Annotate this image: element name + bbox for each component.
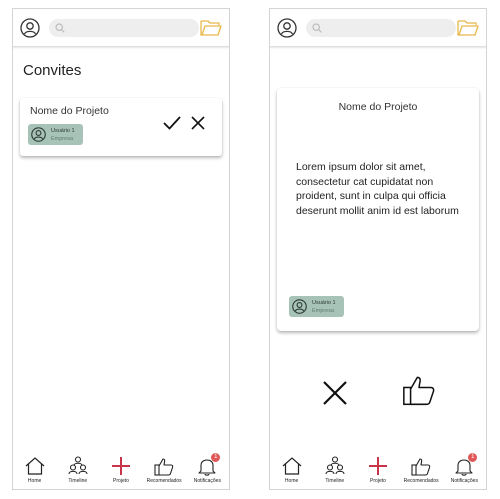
reject-button[interactable] (320, 378, 350, 408)
project-detail-card: Nome do Projeto Lorem ipsum dolor sit am… (277, 88, 479, 331)
folder-icon (457, 20, 479, 36)
nav-notificacoes-label: Notificações (193, 478, 221, 484)
top-bar-divider (13, 46, 229, 49)
nav-timeline-label: Timeline (325, 478, 345, 484)
bottom-nav: Home Timeline Projeto Recomendados 1 Not… (13, 451, 229, 489)
like-button[interactable] (401, 372, 437, 408)
nav-notificacoes[interactable]: 1 Notificações (444, 453, 484, 484)
detail-project-name: Nome do Projeto (338, 101, 418, 113)
invite-card[interactable]: Nome do Projeto Usuário 1 Empresa (20, 98, 222, 156)
search-bar[interactable] (49, 18, 199, 37)
invites-screen: Convites Nome do Projeto Usuário 1 Empre… (12, 8, 230, 490)
close-icon (191, 116, 205, 130)
timeline-icon (68, 456, 88, 475)
folder-button[interactable] (199, 17, 223, 39)
invite-project-name: Nome do Projeto (30, 105, 109, 117)
nav-recomendados-label: Recomendados (146, 478, 182, 484)
project-description: Lorem ipsum dolor sit amet, consectetur … (296, 161, 459, 217)
folder-icon (200, 20, 222, 36)
project-detail-screen: Nome do Projeto Lorem ipsum dolor sit am… (269, 8, 487, 490)
nav-projeto-label: Projeto (370, 478, 386, 484)
profile-button[interactable] (19, 17, 41, 39)
nav-home[interactable]: Home (15, 455, 55, 484)
timeline-icon (325, 456, 345, 475)
user-chip[interactable]: Usuário 1 Empresa (28, 124, 83, 145)
thumbs-up-icon (403, 376, 435, 406)
nav-projeto[interactable]: Projeto (101, 455, 141, 484)
notification-badge: 1 (211, 453, 221, 462)
top-bar-divider (270, 46, 486, 49)
home-icon (282, 457, 301, 475)
top-bar (13, 9, 229, 46)
nav-recomendados-label: Recomendados (403, 478, 439, 484)
nav-home-label: Home (27, 478, 42, 484)
home-icon (25, 457, 44, 475)
plus-icon (368, 457, 387, 475)
search-input[interactable] (326, 22, 436, 33)
check-icon (163, 116, 181, 130)
user-chip[interactable]: Usuário 1 Empresa (289, 296, 344, 317)
bottom-nav: Home Timeline Projeto Recomendados 1 Not… (270, 451, 486, 489)
folder-button[interactable] (456, 17, 480, 39)
nav-notificacoes[interactable]: 1 Notificações (187, 453, 227, 484)
profile-button[interactable] (276, 17, 298, 39)
decline-button[interactable] (188, 113, 208, 133)
nav-home-label: Home (284, 478, 299, 484)
thumbs-up-icon (154, 457, 174, 476)
user-avatar (292, 299, 307, 314)
accept-button[interactable] (161, 113, 183, 133)
nav-projeto-label: Projeto (113, 478, 129, 484)
search-icon (312, 22, 322, 33)
nav-recomendados[interactable]: Recomendados (144, 455, 184, 484)
search-icon (55, 22, 65, 33)
thumbs-up-icon (411, 457, 431, 476)
user-avatar (31, 127, 46, 142)
nav-timeline[interactable]: Timeline (58, 455, 98, 484)
close-icon (323, 381, 347, 405)
nav-timeline[interactable]: Timeline (315, 455, 355, 484)
user-circle-icon (292, 299, 307, 314)
user-circle-icon (31, 127, 46, 142)
nav-notificacoes-label: Notificações (450, 478, 478, 484)
user-circle-icon (277, 17, 297, 38)
search-input[interactable] (69, 22, 179, 33)
plus-icon (111, 457, 130, 475)
notification-badge: 1 (468, 453, 478, 462)
user-name: Usuário 1 (51, 127, 75, 134)
user-circle-icon (20, 17, 40, 38)
user-role: Empresa (51, 135, 74, 142)
nav-timeline-label: Timeline (68, 478, 88, 484)
search-bar[interactable] (306, 18, 456, 37)
nav-recomendados[interactable]: Recomendados (401, 455, 441, 484)
top-bar (270, 9, 486, 46)
nav-projeto[interactable]: Projeto (358, 455, 398, 484)
nav-home[interactable]: Home (272, 455, 312, 484)
user-role: Empresa (312, 307, 335, 314)
user-name: Usuário 1 (312, 299, 336, 306)
page-title: Convites (23, 62, 82, 79)
